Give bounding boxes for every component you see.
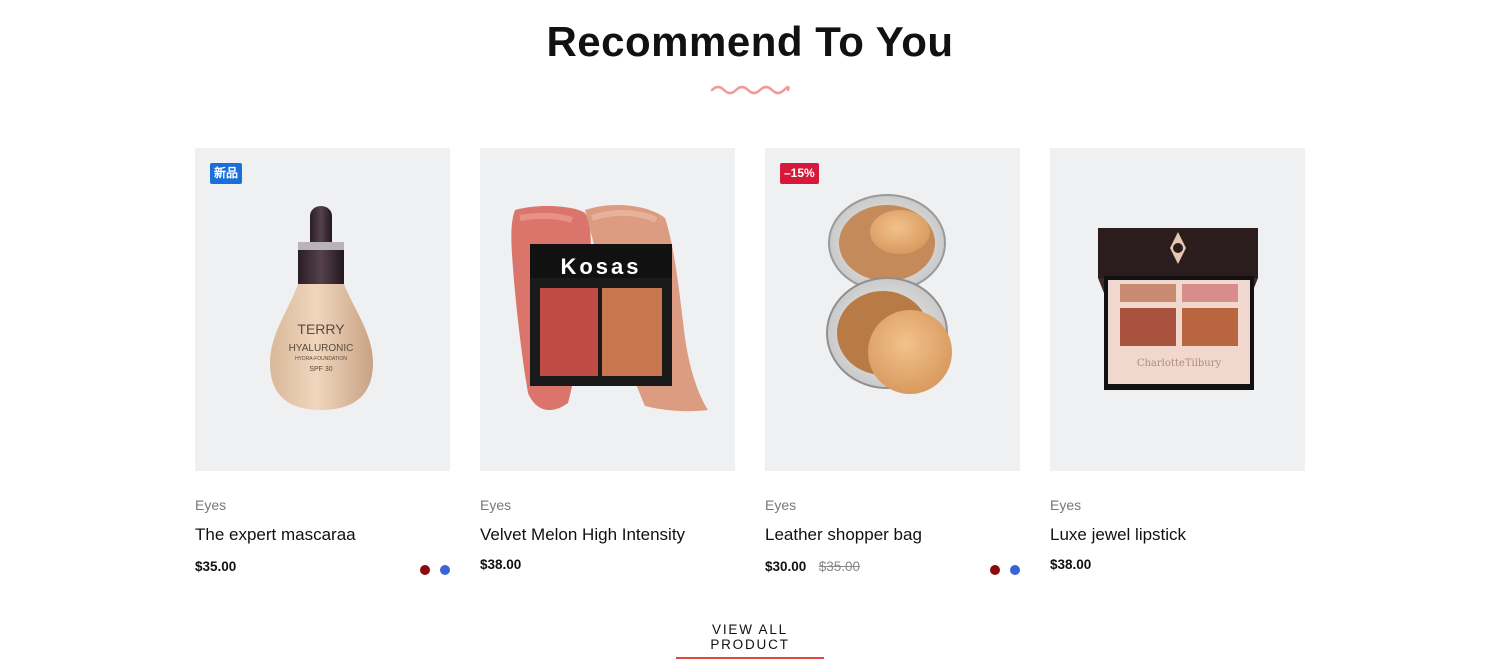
product-category[interactable]: Eyes — [1050, 497, 1081, 513]
new-badge: 新品 — [210, 163, 243, 184]
color-swatches — [984, 562, 1020, 575]
product-name[interactable]: Luxe jewel lipstick — [1050, 525, 1186, 545]
brand-subtext: SPF 30 — [309, 366, 332, 373]
product-name[interactable]: The expert mascaraa — [195, 525, 356, 545]
brand-text: CharlotteTilbury — [1137, 358, 1222, 369]
price-row: $38.00 — [480, 556, 735, 576]
brand-subtext: HYDRA-FOUNDATION — [295, 356, 347, 362]
brand-subtext: HYALURONIC — [289, 343, 354, 354]
color-swatch-blue[interactable] — [440, 565, 450, 575]
product-card[interactable]: TERRY HYALURONIC HYDRA-FOUNDATION SPF 30… — [195, 148, 450, 588]
foundation-bottle-image: TERRY HYALURONIC HYDRA-FOUNDATION SPF 30 — [270, 206, 373, 410]
product-price: $35.00 — [195, 559, 237, 574]
color-swatch-blue[interactable] — [1010, 565, 1020, 575]
color-swatch-dark-red[interactable] — [989, 565, 1000, 575]
product-card[interactable]: –15% Eyes Leather shopper bag $30.00 $35… — [765, 148, 1020, 588]
color-swatch-dark-red[interactable] — [419, 565, 430, 575]
product-image[interactable]: Kosas — [480, 148, 735, 471]
blush-duo-image: Kosas — [511, 204, 708, 412]
product-name[interactable]: Leather shopper bag — [765, 525, 922, 545]
product-image[interactable]: –15% — [765, 148, 1020, 471]
brand-text: Kosas — [560, 254, 641, 279]
brand-text: TERRY — [297, 321, 345, 337]
product-price: $38.00 — [480, 557, 522, 572]
product-card[interactable]: CharlotteTilbury Eyes Luxe jewel lipstic… — [1050, 148, 1305, 588]
price-row: $38.00 — [1050, 556, 1305, 576]
product-category[interactable]: Eyes — [195, 497, 226, 513]
color-swatches — [414, 562, 450, 575]
view-all-products-link[interactable]: VIEW ALL PRODUCT — [676, 622, 824, 659]
product-grid: TERRY HYALURONIC HYDRA-FOUNDATION SPF 30… — [195, 148, 1305, 588]
product-price: $38.00 — [1050, 557, 1092, 572]
product-category[interactable]: Eyes — [480, 497, 511, 513]
product-image[interactable]: TERRY HYALURONIC HYDRA-FOUNDATION SPF 30… — [195, 148, 450, 471]
original-price: $35.00 — [818, 559, 861, 574]
product-price: $30.00 — [765, 559, 807, 574]
eyeshadow-palette-image: CharlotteTilbury — [1098, 228, 1258, 390]
product-card[interactable]: Kosas Eyes Velvet Melon High Intensity $… — [480, 148, 735, 588]
powder-compact-image — [826, 194, 952, 394]
product-category[interactable]: Eyes — [765, 497, 796, 513]
product-name[interactable]: Velvet Melon High Intensity — [480, 525, 685, 545]
price-row: $30.00 $35.00 — [765, 558, 1020, 578]
discount-badge: –15% — [780, 163, 819, 184]
wave-divider — [710, 85, 790, 95]
product-image[interactable]: CharlotteTilbury — [1050, 148, 1305, 471]
section-title: Recommend To You — [546, 18, 954, 65]
price-row: $35.00 — [195, 558, 450, 578]
